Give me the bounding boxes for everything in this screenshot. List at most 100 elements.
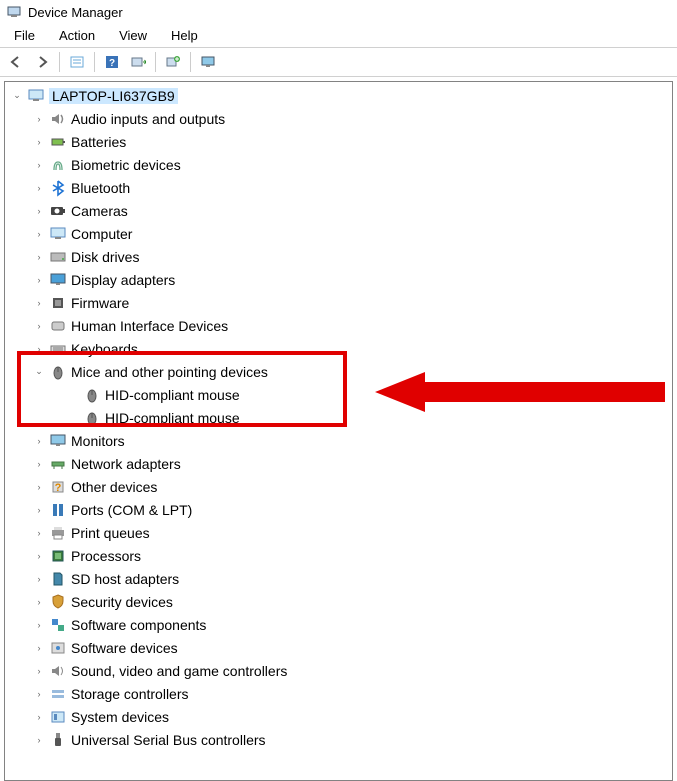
monitor-button[interactable]	[196, 51, 220, 73]
expand-icon[interactable]: ›	[33, 527, 45, 539]
tree-category[interactable]: › Print queues	[5, 521, 672, 544]
expand-icon[interactable]: ›	[33, 182, 45, 194]
tree-device[interactable]: HID-compliant mouse	[5, 383, 672, 406]
tree-category[interactable]: ›Keyboards	[5, 337, 672, 360]
scan-button[interactable]	[126, 51, 150, 73]
tree-category[interactable]: ›Batteries	[5, 130, 672, 153]
network-icon	[49, 455, 67, 473]
mouse-icon	[49, 363, 67, 381]
expand-icon[interactable]: ›	[33, 688, 45, 700]
tree-category[interactable]: ›Processors	[5, 544, 672, 567]
tree-category[interactable]: ›Network adapters	[5, 452, 672, 475]
expand-icon[interactable]: ›	[33, 734, 45, 746]
category-label: Display adapters	[71, 272, 175, 288]
tree-category[interactable]: › Software components	[5, 613, 672, 636]
software-comp-icon	[49, 616, 67, 634]
tree-category[interactable]: ›Software devices	[5, 636, 672, 659]
mouse-icon	[83, 386, 101, 404]
separator	[190, 52, 191, 72]
expand-icon[interactable]: ›	[33, 205, 45, 217]
tree-category[interactable]: › Monitors	[5, 429, 672, 452]
tree-category[interactable]: › Computer	[5, 222, 672, 245]
spacer	[67, 412, 79, 424]
battery-icon	[49, 133, 67, 151]
tree-device[interactable]: HID-compliant mouse	[5, 406, 672, 429]
menu-view[interactable]: View	[109, 26, 157, 45]
tree-category[interactable]: ›Storage controllers	[5, 682, 672, 705]
properties-button[interactable]	[65, 51, 89, 73]
expand-icon[interactable]: ›	[33, 458, 45, 470]
software-dev-icon	[49, 639, 67, 657]
mouse-icon	[83, 409, 101, 427]
expand-icon[interactable]: ›	[33, 504, 45, 516]
tree-root[interactable]: ⌄ LAPTOP-LI637GB9	[5, 84, 672, 107]
help-button[interactable]: ?	[100, 51, 124, 73]
expand-icon[interactable]: ›	[33, 136, 45, 148]
collapse-icon[interactable]: ⌄	[33, 366, 45, 378]
separator	[94, 52, 95, 72]
expand-icon[interactable]: ›	[33, 642, 45, 654]
tree-category[interactable]: ›Sound, video and game controllers	[5, 659, 672, 682]
tree-category[interactable]: ›Cameras	[5, 199, 672, 222]
tree-category[interactable]: ›System devices	[5, 705, 672, 728]
expand-icon[interactable]: ›	[33, 320, 45, 332]
expand-icon[interactable]: ›	[33, 550, 45, 562]
camera-icon	[49, 202, 67, 220]
expand-icon[interactable]: ›	[33, 435, 45, 447]
category-label: Ports (COM & LPT)	[71, 502, 192, 518]
spacer	[67, 389, 79, 401]
tree-category[interactable]: ›Audio inputs and outputs	[5, 107, 672, 130]
expand-icon[interactable]: ›	[33, 596, 45, 608]
expand-icon[interactable]: ›	[33, 665, 45, 677]
ports-icon	[49, 501, 67, 519]
tree-category[interactable]: ›Human Interface Devices	[5, 314, 672, 337]
separator	[155, 52, 156, 72]
tree-category[interactable]: ›Universal Serial Bus controllers	[5, 728, 672, 751]
expand-icon[interactable]: ›	[33, 228, 45, 240]
back-button[interactable]	[4, 51, 28, 73]
other-icon: ?	[49, 478, 67, 496]
tree-category[interactable]: ›?Other devices	[5, 475, 672, 498]
tree-category[interactable]: ›Firmware	[5, 291, 672, 314]
category-label: Software components	[71, 617, 206, 633]
forward-button[interactable]	[30, 51, 54, 73]
expand-icon[interactable]: ›	[33, 251, 45, 263]
tree-category[interactable]: › Display adapters	[5, 268, 672, 291]
menu-action[interactable]: Action	[49, 26, 105, 45]
tree-category[interactable]: ›Bluetooth	[5, 176, 672, 199]
add-hardware-button[interactable]	[161, 51, 185, 73]
sound-icon	[49, 662, 67, 680]
firmware-icon	[49, 294, 67, 312]
tree-category[interactable]: › Security devices	[5, 590, 672, 613]
expand-icon[interactable]: ›	[33, 481, 45, 493]
display-icon	[49, 271, 67, 289]
category-label: Computer	[71, 226, 132, 242]
collapse-icon[interactable]: ⌄	[11, 90, 23, 102]
keyboard-icon	[49, 340, 67, 358]
tree-category[interactable]: ›Disk drives	[5, 245, 672, 268]
expand-icon[interactable]: ›	[33, 573, 45, 585]
menu-help[interactable]: Help	[161, 26, 208, 45]
category-label: SD host adapters	[71, 571, 179, 587]
expand-icon[interactable]: ›	[33, 619, 45, 631]
cpu-icon	[49, 547, 67, 565]
expand-icon[interactable]: ›	[33, 711, 45, 723]
category-label: Print queues	[71, 525, 150, 541]
category-label: Monitors	[71, 433, 125, 449]
expand-icon[interactable]: ›	[33, 343, 45, 355]
expand-icon[interactable]: ›	[33, 297, 45, 309]
usb-icon	[49, 731, 67, 749]
disk-icon	[49, 248, 67, 266]
tree-category[interactable]: › Ports (COM & LPT)	[5, 498, 672, 521]
device-tree: ⌄ LAPTOP-LI637GB9 ›Audio inputs and outp…	[4, 81, 673, 781]
expand-icon[interactable]: ›	[33, 113, 45, 125]
tree-category[interactable]: ⌄Mice and other pointing devices	[5, 360, 672, 383]
category-label: Security devices	[71, 594, 173, 610]
menu-file[interactable]: File	[4, 26, 45, 45]
expand-icon[interactable]: ›	[33, 159, 45, 171]
svg-text:?: ?	[109, 58, 115, 69]
printer-icon	[49, 524, 67, 542]
expand-icon[interactable]: ›	[33, 274, 45, 286]
tree-category[interactable]: ›Biometric devices	[5, 153, 672, 176]
tree-category[interactable]: › SD host adapters	[5, 567, 672, 590]
